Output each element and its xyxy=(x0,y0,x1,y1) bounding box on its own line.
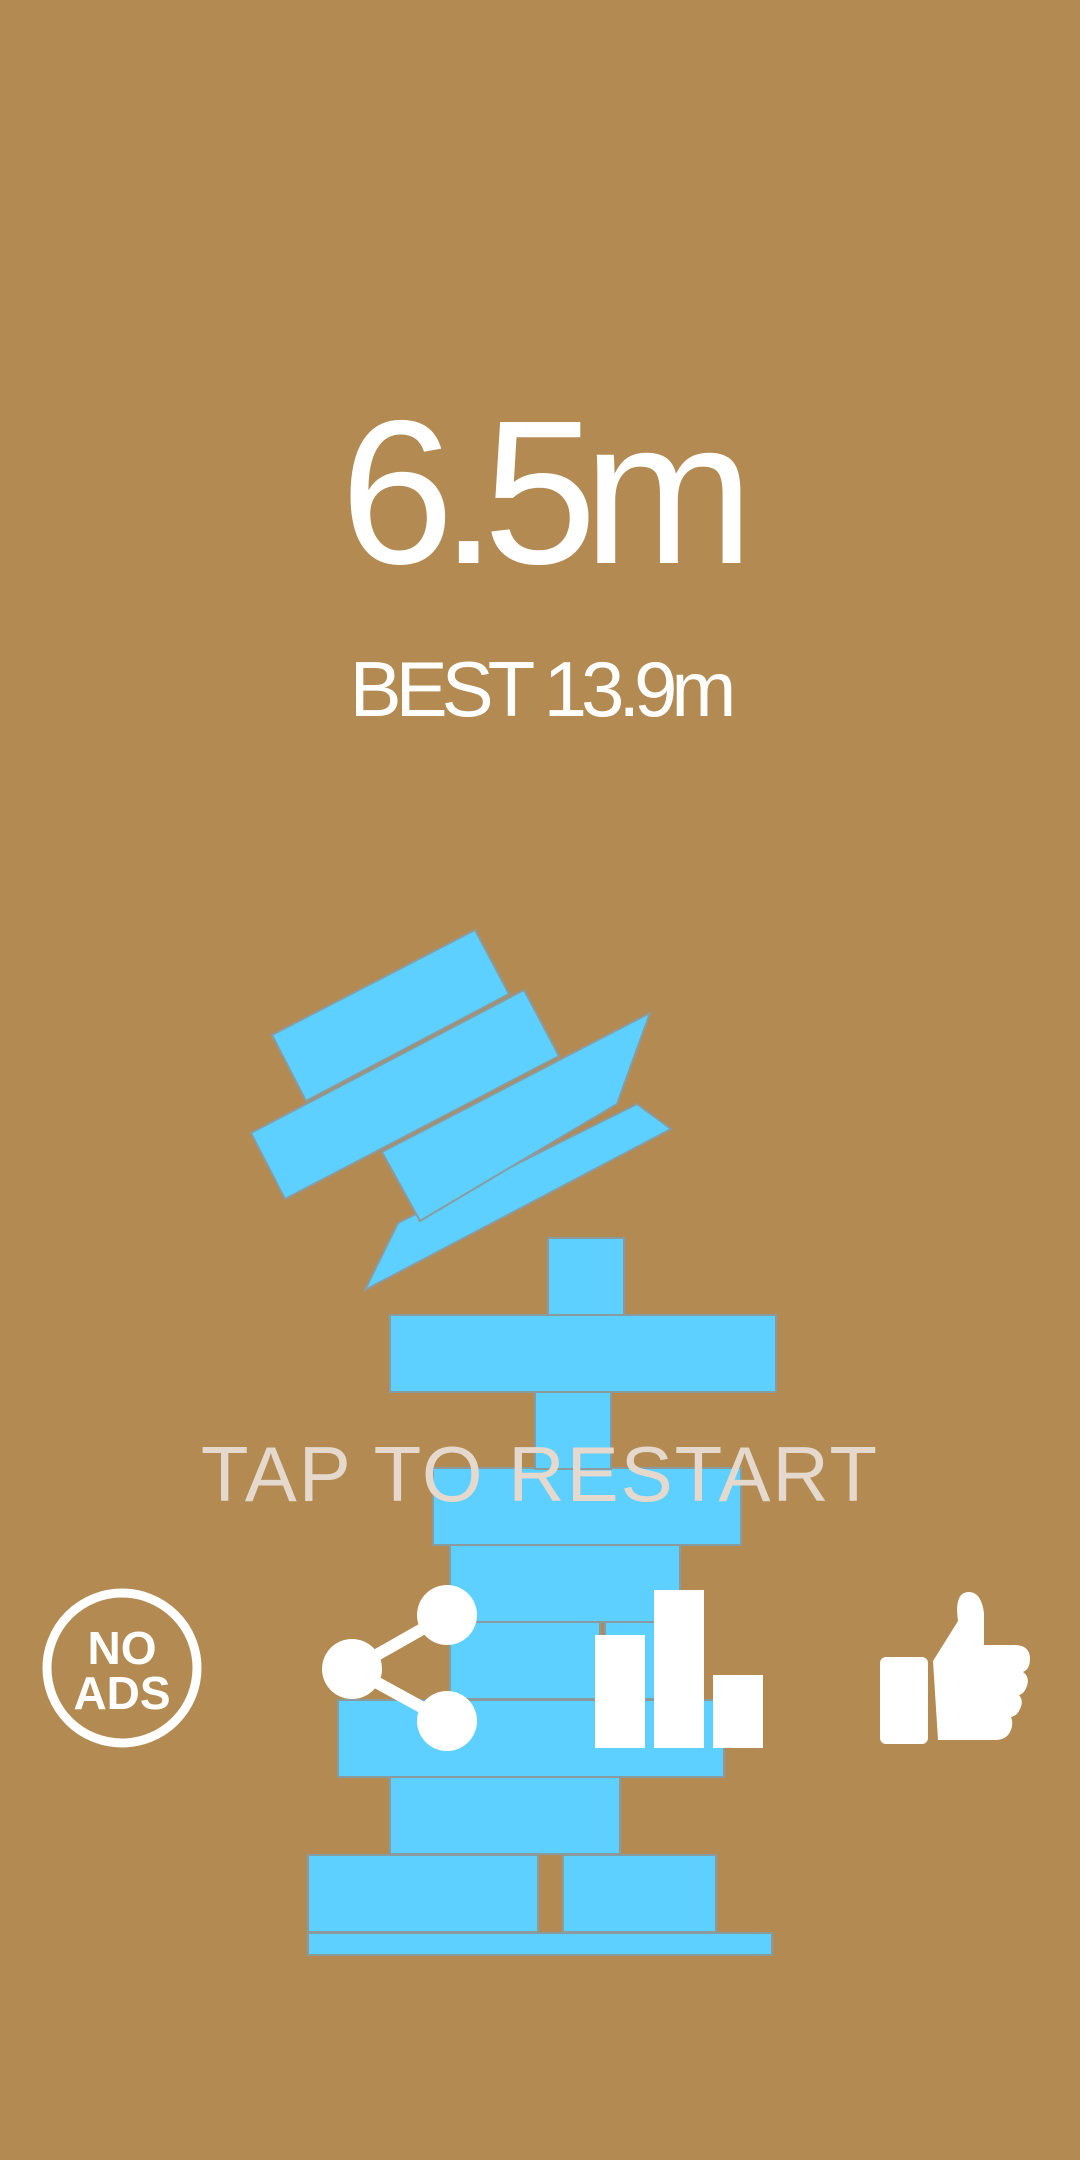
tower-block xyxy=(389,1314,777,1393)
tower-block xyxy=(547,1237,625,1316)
tower-block xyxy=(307,1932,773,1956)
tower-block xyxy=(389,1776,621,1855)
game-screen[interactable]: 6.5m BEST 13.9m TAP TO RESTART NO ADS xyxy=(0,0,1080,2160)
tap-to-restart-label[interactable]: TAP TO RESTART xyxy=(0,1435,1080,1513)
tower-block xyxy=(562,1854,717,1933)
no-ads-icon: NO ADS xyxy=(42,1588,202,1748)
tower-block xyxy=(307,1854,539,1933)
thumbs-up-icon xyxy=(880,1591,1030,1744)
leaderboard-icon xyxy=(595,1590,763,1748)
no-ads-line2: ADS xyxy=(73,1667,170,1719)
leaderboard-button[interactable] xyxy=(595,1590,763,1748)
share-icon xyxy=(322,1585,477,1751)
rate-button[interactable] xyxy=(878,1591,1034,1744)
share-button[interactable] xyxy=(320,1583,480,1753)
no-ads-button[interactable]: NO ADS xyxy=(41,1587,203,1749)
block-tower xyxy=(249,928,777,1956)
